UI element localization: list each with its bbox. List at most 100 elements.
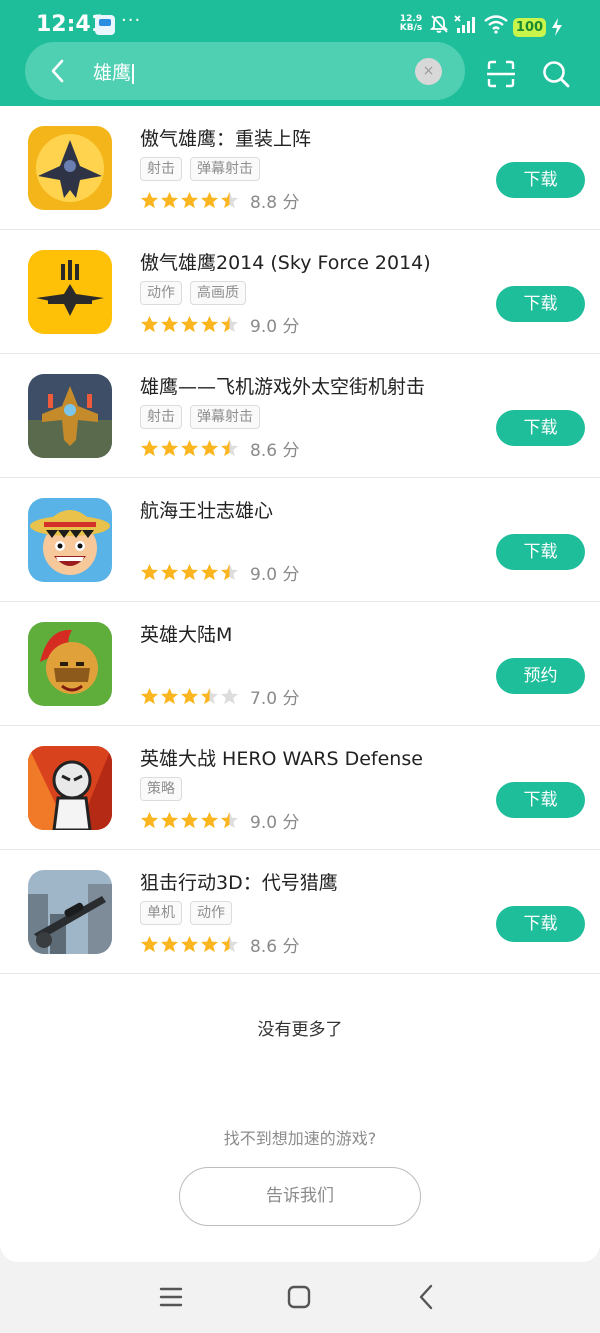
download-button[interactable]: 下载 xyxy=(496,906,585,942)
game-tag: 策略 xyxy=(140,777,182,801)
game-row-6[interactable]: 英雄大战 HERO WARS Defense 策略 9.0 分 下载 xyxy=(0,726,600,850)
star-icon xyxy=(200,315,219,333)
game-tag: 弹幕射击 xyxy=(190,157,260,181)
star-icon xyxy=(140,563,159,581)
battery-indicator: 100 xyxy=(513,18,546,37)
net-speed: 12.9 KB/s xyxy=(398,15,424,33)
menu-icon[interactable] xyxy=(156,1282,186,1312)
game-tags: 射击 弹幕射击 xyxy=(140,405,268,429)
more-notifications-icon: ··· xyxy=(121,10,142,31)
star-icon xyxy=(140,315,159,333)
cant-find-game-text: 找不到想加速的游戏? xyxy=(223,1129,377,1148)
game-tag: 高画质 xyxy=(190,281,246,305)
scan-icon[interactable] xyxy=(486,59,516,89)
star-icon xyxy=(160,811,179,829)
star-icon xyxy=(140,687,159,705)
game-row-4[interactable]: 航海王壮志雄心 9.0 分 下载 xyxy=(0,478,600,602)
star-icon xyxy=(220,687,239,705)
star-icon xyxy=(200,687,219,705)
game-tag: 单机 xyxy=(140,901,182,925)
status-bar: 12:41 ··· 12.9 KB/s 100 xyxy=(0,0,600,42)
game-rating: 9.0 分 xyxy=(140,560,299,585)
star-icon xyxy=(160,191,179,209)
star-icon xyxy=(180,315,199,333)
star-icon xyxy=(200,439,219,457)
no-more-results-text: 没有更多了 xyxy=(257,1020,343,1040)
star-icon xyxy=(220,935,239,953)
download-button[interactable]: 下载 xyxy=(496,286,585,322)
star-icon xyxy=(160,315,179,333)
game-score: 9.0 分 xyxy=(250,813,300,833)
star-icon xyxy=(180,687,199,705)
search-bar[interactable]: 雄鹰 × xyxy=(25,42,465,100)
game-row-3[interactable]: 雄鹰——飞机游戏外太空街机射击 射击 弹幕射击 8.6 分 下载 xyxy=(0,354,600,478)
star-icon xyxy=(140,811,159,829)
charging-icon xyxy=(552,18,562,36)
download-button[interactable]: 下载 xyxy=(496,782,585,818)
game-name: 傲气雄鹰2014 (Sky Force 2014) xyxy=(140,252,431,274)
star-icon xyxy=(160,935,179,953)
game-icon-sniper-3d[interactable] xyxy=(28,870,112,954)
game-score: 8.6 分 xyxy=(250,937,300,957)
game-name: 英雄大陆M xyxy=(140,624,233,646)
game-icon-hero-wars-defense[interactable] xyxy=(28,746,112,830)
game-row-1[interactable]: 傲气雄鹰：重装上阵 射击 弹幕射击 8.8 分 下载 xyxy=(0,106,600,230)
back-icon[interactable] xyxy=(412,1282,442,1312)
star-icon xyxy=(200,811,219,829)
search-input[interactable]: 雄鹰 xyxy=(93,58,135,85)
game-row-7[interactable]: 狙击行动3D：代号猎鹰 单机 动作 8.6 分 下载 xyxy=(0,850,600,974)
game-score: 8.6 分 xyxy=(250,441,300,461)
search-query: 雄鹰 xyxy=(93,62,132,84)
home-icon[interactable] xyxy=(284,1282,314,1312)
game-rating: 9.0 分 xyxy=(140,312,300,337)
game-name: 狙击行动3D：代号猎鹰 xyxy=(140,872,338,894)
clear-search-button[interactable]: × xyxy=(415,58,442,85)
header: 12:41 ··· 12.9 KB/s 100 雄鹰 × xyxy=(0,0,600,106)
star-icon xyxy=(180,935,199,953)
game-icon-sky-force-2014[interactable] xyxy=(28,250,112,334)
game-tags: 动作 高画质 xyxy=(140,281,254,305)
download-button[interactable]: 下载 xyxy=(496,162,585,198)
search-icon[interactable] xyxy=(541,59,571,89)
mute-bell-icon xyxy=(429,15,449,33)
game-tag: 弹幕射击 xyxy=(190,405,260,429)
download-button[interactable]: 下载 xyxy=(496,534,585,570)
system-nav-bar xyxy=(0,1262,600,1333)
star-icon xyxy=(160,687,179,705)
game-rating: 8.6 分 xyxy=(140,932,300,957)
star-icon xyxy=(140,439,159,457)
game-name: 航海王壮志雄心 xyxy=(140,500,274,522)
star-icon xyxy=(140,191,159,209)
reserve-button[interactable]: 预约 xyxy=(496,658,585,694)
game-icon-eagle-arcade-shooter[interactable] xyxy=(28,374,112,458)
star-icon xyxy=(220,191,239,209)
game-tags: 策略 xyxy=(140,777,190,801)
back-arrow-icon[interactable] xyxy=(43,56,73,86)
game-score: 9.0 分 xyxy=(250,317,300,337)
star-icon xyxy=(220,563,239,581)
game-rating: 8.8 分 xyxy=(140,188,299,213)
tell-us-button[interactable]: 告诉我们 xyxy=(179,1167,421,1226)
game-icon-sky-force-reloaded[interactable] xyxy=(28,126,112,210)
results-panel: 傲气雄鹰：重装上阵 射击 弹幕射击 8.8 分 下载 傲气雄鹰2014 (Sky … xyxy=(0,106,600,1262)
game-row-2[interactable]: 傲气雄鹰2014 (Sky Force 2014) 动作 高画质 9.0 分 下载 xyxy=(0,230,600,354)
game-tag: 动作 xyxy=(190,901,232,925)
game-icon-hero-land-m[interactable] xyxy=(28,622,112,706)
star-icon xyxy=(160,439,179,457)
game-tag: 射击 xyxy=(140,157,182,181)
game-rating: 7.0 分 xyxy=(140,684,299,709)
download-button[interactable]: 下载 xyxy=(496,410,585,446)
game-name: 英雄大战 HERO WARS Defense xyxy=(140,748,423,770)
star-icon xyxy=(200,935,219,953)
game-name: 雄鹰——飞机游戏外太空街机射击 xyxy=(140,376,426,398)
game-tags: 单机 动作 xyxy=(140,901,240,925)
star-icon xyxy=(220,439,239,457)
game-icon-one-piece[interactable] xyxy=(28,498,112,582)
game-row-5[interactable]: 英雄大陆M 7.0 分 预约 xyxy=(0,602,600,726)
game-rating: 9.0 分 xyxy=(140,808,300,833)
text-caret xyxy=(132,63,135,84)
star-icon xyxy=(180,563,199,581)
star-icon xyxy=(180,439,199,457)
game-tags: 射击 弹幕射击 xyxy=(140,157,268,181)
game-rating: 8.6 分 xyxy=(140,436,300,461)
